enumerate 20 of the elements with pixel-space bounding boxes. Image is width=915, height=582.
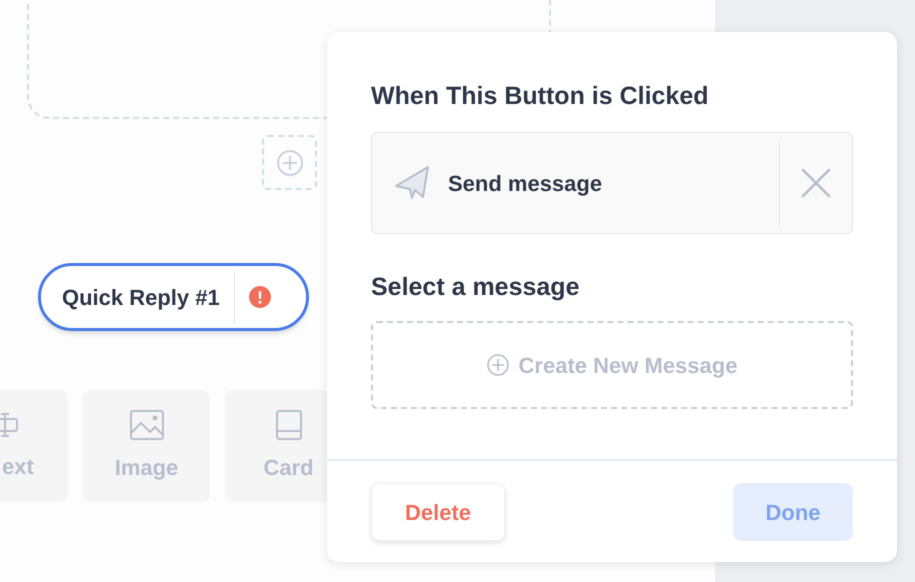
- footer-button[interactable]: Delete: [371, 483, 505, 541]
- quick-reply-label: Quick Reply #1: [61, 284, 221, 312]
- quick-reply-button[interactable]: Quick Reply #1: [38, 263, 309, 331]
- create-message-button[interactable]: Create New Message: [371, 321, 853, 409]
- tile-label: Image: [114, 454, 178, 482]
- element-tile[interactable]: Image: [83, 390, 210, 502]
- plus-circle-icon: [486, 354, 509, 376]
- section-title: Select a message: [371, 272, 580, 303]
- paper-plane-icon: [394, 165, 430, 201]
- add-button[interactable]: [262, 135, 317, 190]
- action-label: Send message: [448, 170, 604, 198]
- plus-circle-icon: [276, 148, 304, 176]
- popover-title: When This Button is Clicked: [371, 81, 710, 112]
- close-icon: [800, 167, 832, 199]
- action-field[interactable]: Send message: [371, 132, 853, 234]
- tile-label: ext: [2, 452, 34, 480]
- tile-label: Card: [263, 454, 314, 482]
- image-icon: [128, 408, 164, 440]
- element-tile[interactable]: ext: [0, 390, 68, 502]
- card-icon: [274, 408, 302, 440]
